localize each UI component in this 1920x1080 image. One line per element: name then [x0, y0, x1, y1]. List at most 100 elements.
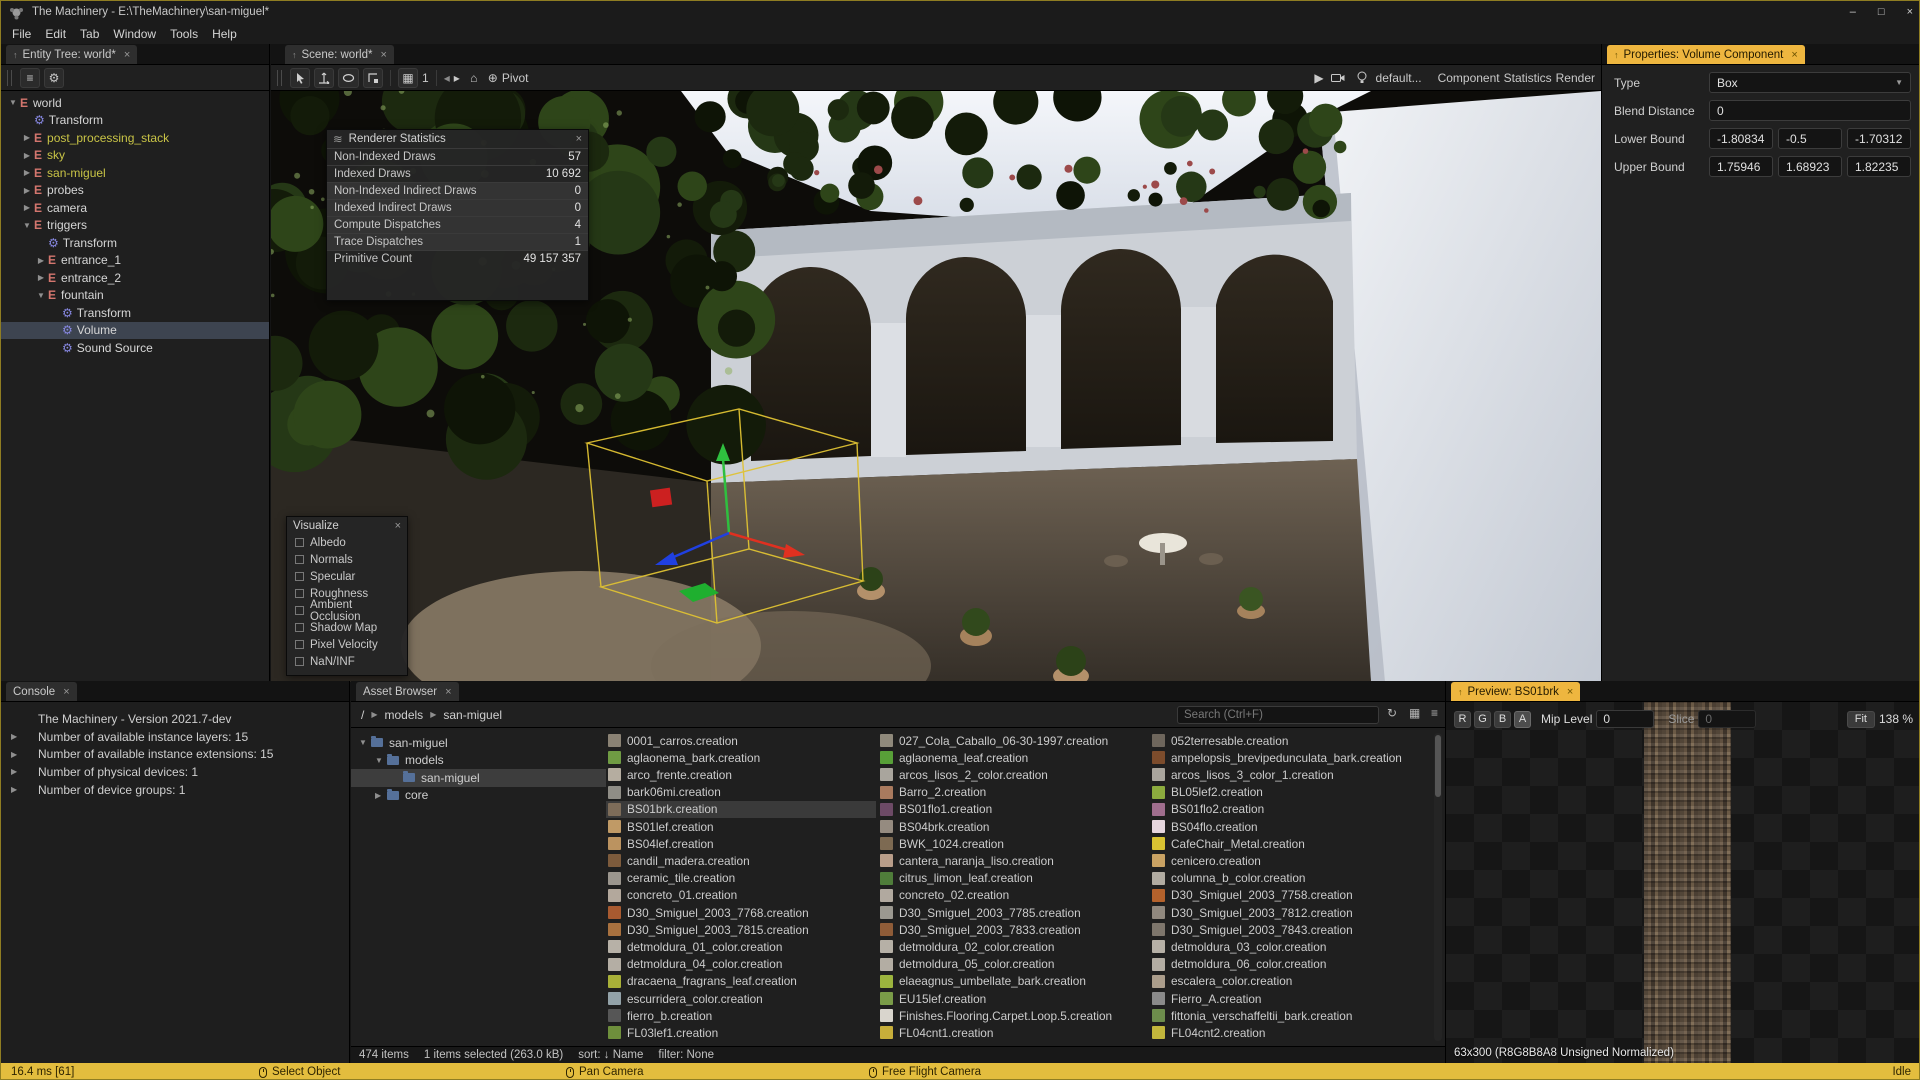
- file-0001-carros-creation[interactable]: 0001_carros.creation: [606, 732, 876, 749]
- render-menu-button[interactable]: Render: [1556, 71, 1595, 85]
- file-D30-Smiguel-2003-7833-creation[interactable]: D30_Smiguel_2003_7833.creation: [878, 921, 1148, 938]
- close-icon[interactable]: ×: [395, 520, 401, 532]
- checkbox[interactable]: [295, 657, 304, 666]
- slice-input[interactable]: 0: [1698, 710, 1756, 728]
- tab-scene[interactable]: ↑ Scene: world* ×: [285, 45, 394, 64]
- file-052terresable-creation[interactable]: 052terresable.creation: [1150, 732, 1420, 749]
- file-fittonia-verschaffeltii-bark-creation[interactable]: fittonia_verschaffeltii_bark.creation: [1150, 1007, 1420, 1024]
- tab-preview[interactable]: ↑ Preview: BS01brk ×: [1451, 682, 1580, 701]
- file-Finishes-Flooring-Carpet-Loop-5-creation[interactable]: Finishes.Flooring.Carpet.Loop.5.creation: [878, 1007, 1148, 1024]
- file-Barro-2-creation[interactable]: Barro_2.creation: [878, 784, 1148, 801]
- visualize-option-albedo[interactable]: Albedo: [287, 534, 407, 551]
- visualize-option-normals[interactable]: Normals: [287, 551, 407, 568]
- settings-button[interactable]: ⚙: [44, 68, 64, 88]
- file-detmoldura-03-color-creation[interactable]: detmoldura_03_color.creation: [1150, 938, 1420, 955]
- nav-back-button[interactable]: ◂: [444, 71, 450, 85]
- tree-item-world[interactable]: ▼Eworld: [1, 94, 269, 112]
- mip-level-input[interactable]: 0: [1596, 710, 1654, 728]
- file-027-Cola-Caballo-06-30-1997-creation[interactable]: 027_Cola_Caballo_06-30-1997.creation: [878, 732, 1148, 749]
- grid-view-icon[interactable]: ▦: [1409, 706, 1420, 720]
- file-D30-Smiguel-2003-7758-creation[interactable]: D30_Smiguel_2003_7758.creation: [1150, 887, 1420, 904]
- vector-field[interactable]: 1.82235: [1847, 156, 1911, 177]
- move-tool-button[interactable]: [314, 68, 334, 88]
- file-detmoldura-06-color-creation[interactable]: detmoldura_06_color.creation: [1150, 956, 1420, 973]
- file-detmoldura-01-color-creation[interactable]: detmoldura_01_color.creation: [606, 938, 876, 955]
- filter-info[interactable]: filter: None: [658, 1049, 714, 1061]
- camera-button[interactable]: [1328, 68, 1348, 88]
- refresh-icon[interactable]: ↻: [1387, 706, 1397, 720]
- file-fierro-b-creation[interactable]: fierro_b.creation: [606, 1007, 876, 1024]
- checkbox[interactable]: [295, 606, 304, 615]
- fit-button[interactable]: Fit: [1847, 711, 1875, 728]
- file-ampelopsis-brevipedunculata-bark-creation[interactable]: ampelopsis_brevipedunculata_bark.creatio…: [1150, 749, 1420, 766]
- minimize-button[interactable]: –: [1850, 6, 1856, 18]
- file-ceramic-tile-creation[interactable]: ceramic_tile.creation: [606, 870, 876, 887]
- file-concreto-02-creation[interactable]: concreto_02.creation: [878, 887, 1148, 904]
- close-tab-icon[interactable]: ×: [1791, 49, 1797, 61]
- viewport-canvas[interactable]: ≋ Renderer Statistics × Non-Indexed Draw…: [271, 91, 1601, 682]
- statistics-menu-button[interactable]: Statistics: [1504, 71, 1552, 85]
- channel-b-button[interactable]: B: [1494, 711, 1511, 728]
- maximize-button[interactable]: □: [1878, 6, 1885, 18]
- console-line[interactable]: The Machinery - Version 2021.7-dev: [1, 710, 349, 728]
- file-BS04lef-creation[interactable]: BS04lef.creation: [606, 835, 876, 852]
- close-button[interactable]: ×: [1907, 6, 1913, 18]
- file-BS01lef-creation[interactable]: BS01lef.creation: [606, 818, 876, 835]
- tree-item-triggers[interactable]: ▼Etriggers: [1, 217, 269, 235]
- menu-tools[interactable]: Tools: [163, 25, 205, 43]
- checkbox[interactable]: [295, 623, 304, 632]
- folder-san-miguel[interactable]: ▼san-miguel: [351, 734, 606, 752]
- checkbox[interactable]: [295, 572, 304, 581]
- play-button[interactable]: ▶: [1314, 71, 1323, 85]
- file-aglaonema-bark-creation[interactable]: aglaonema_bark.creation: [606, 749, 876, 766]
- vector-field[interactable]: -0.5: [1778, 128, 1842, 149]
- file-BWK-1024-creation[interactable]: BWK_1024.creation: [878, 835, 1148, 852]
- breadcrumb-san-miguel[interactable]: san-miguel: [443, 708, 502, 722]
- tree-item-probes[interactable]: ▶Eprobes: [1, 182, 269, 200]
- file-detmoldura-04-color-creation[interactable]: detmoldura_04_color.creation: [606, 956, 876, 973]
- vector-field[interactable]: 1.75946: [1709, 156, 1773, 177]
- snap-size-value[interactable]: 1: [422, 71, 429, 85]
- vector-field[interactable]: 1.68923: [1778, 156, 1842, 177]
- tree-item-camera[interactable]: ▶Ecamera: [1, 199, 269, 217]
- file-escalera-color-creation[interactable]: escalera_color.creation: [1150, 973, 1420, 990]
- checkbox[interactable]: [295, 555, 304, 564]
- file-arcos-lisos-2-color-creation[interactable]: arcos_lisos_2_color.creation: [878, 766, 1148, 783]
- file-FL03lef1-creation[interactable]: FL03lef1.creation: [606, 1024, 876, 1041]
- component-menu-button[interactable]: Component: [1438, 71, 1500, 85]
- file-detmoldura-05-color-creation[interactable]: detmoldura_05_color.creation: [878, 956, 1148, 973]
- file-cenicero-creation[interactable]: cenicero.creation: [1150, 852, 1420, 869]
- file-detmoldura-02-color-creation[interactable]: detmoldura_02_color.creation: [878, 938, 1148, 955]
- file-D30-Smiguel-2003-7785-creation[interactable]: D30_Smiguel_2003_7785.creation: [878, 904, 1148, 921]
- home-button[interactable]: ⌂: [464, 68, 484, 88]
- file-BS04flo-creation[interactable]: BS04flo.creation: [1150, 818, 1420, 835]
- console-line[interactable]: ▶Number of available instance layers: 15: [1, 728, 349, 746]
- drag-grip[interactable]: [277, 70, 282, 86]
- file-cantera-naranja-liso-creation[interactable]: cantera_naranja_liso.creation: [878, 852, 1148, 869]
- menu-window[interactable]: Window: [106, 25, 163, 43]
- file-Fierro-A-creation[interactable]: Fierro_A.creation: [1150, 990, 1420, 1007]
- channel-r-button[interactable]: R: [1454, 711, 1471, 728]
- breadcrumb-root[interactable]: /: [361, 708, 364, 722]
- file-D30-Smiguel-2003-7843-creation[interactable]: D30_Smiguel_2003_7843.creation: [1150, 921, 1420, 938]
- file-list-scrollbar[interactable]: [1434, 733, 1442, 1041]
- file-CafeChair-Metal-creation[interactable]: CafeChair_Metal.creation: [1150, 835, 1420, 852]
- file-D30-Smiguel-2003-7815-creation[interactable]: D30_Smiguel_2003_7815.creation: [606, 921, 876, 938]
- file-D30-Smiguel-2003-7812-creation[interactable]: D30_Smiguel_2003_7812.creation: [1150, 904, 1420, 921]
- folder-core[interactable]: ▶core: [351, 787, 606, 805]
- console-line[interactable]: ▶Number of physical devices: 1: [1, 763, 349, 781]
- vector-field[interactable]: -1.70312: [1847, 128, 1911, 149]
- channel-a-button[interactable]: A: [1514, 711, 1531, 728]
- drag-grip[interactable]: [7, 70, 12, 86]
- file-arco-frente-creation[interactable]: arco_frente.creation: [606, 766, 876, 783]
- file-citrus-limon-leaf-creation[interactable]: citrus_limon_leaf.creation: [878, 870, 1148, 887]
- preview-viewport[interactable]: RGBA Mip Level 0 Slice 0 Fit 138 % 63x30…: [1446, 702, 1920, 1063]
- type-dropdown[interactable]: Box▼: [1709, 72, 1911, 93]
- console-line[interactable]: ▶Number of device groups: 1: [1, 781, 349, 799]
- checkbox[interactable]: [295, 589, 304, 598]
- pivot-label[interactable]: Pivot: [502, 71, 529, 85]
- file-escurridera-color-creation[interactable]: escurridera_color.creation: [606, 990, 876, 1007]
- tree-item-post-processing-stack[interactable]: ▶Epost_processing_stack: [1, 129, 269, 147]
- folder-san-miguel[interactable]: san-miguel: [351, 769, 606, 787]
- tab-entity-tree[interactable]: ↑ Entity Tree: world* ×: [6, 45, 137, 64]
